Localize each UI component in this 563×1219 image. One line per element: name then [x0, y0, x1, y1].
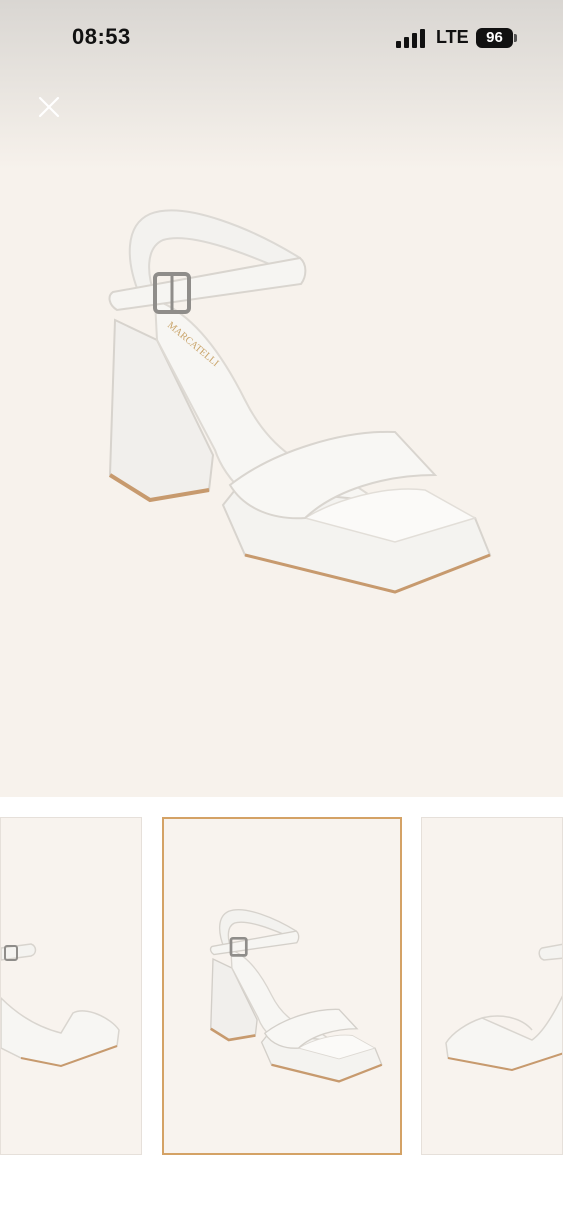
- close-icon: [38, 96, 60, 118]
- thumbnail-3[interactable]: [421, 817, 563, 1155]
- battery-tip: [514, 34, 517, 42]
- thumbnail-image-side-left: [1, 943, 120, 1068]
- product-image-viewer[interactable]: 08:53 LTE 96 MARCATELLI: [0, 0, 563, 797]
- status-bar: 08:53 LTE 96: [0, 0, 563, 76]
- battery-icon: 96: [476, 28, 513, 48]
- thumbnail-image-three-quarter: [209, 909, 383, 1083]
- signal-icon: [396, 28, 426, 48]
- thumbnail-1[interactable]: [0, 817, 142, 1155]
- close-button[interactable]: [30, 88, 68, 126]
- thumbnail-2[interactable]: [162, 817, 402, 1155]
- thumbnail-image-side-right: [445, 943, 562, 1072]
- main-product-image: MARCATELLI: [108, 209, 492, 594]
- status-time: 08:53: [72, 24, 131, 49]
- network-type: LTE: [436, 27, 469, 47]
